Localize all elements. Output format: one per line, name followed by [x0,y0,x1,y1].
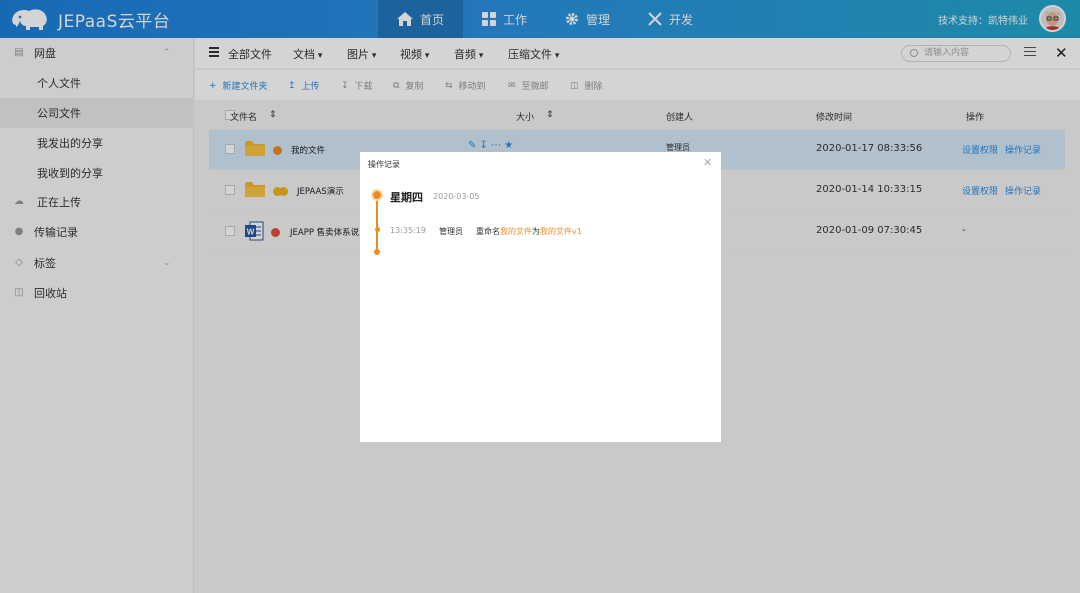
timeline-line [376,197,378,252]
timeline-date: 2020-03-05 [433,192,480,201]
timeline-day: 星期四 [390,191,423,204]
log-old-name: 我的文件 [500,227,532,236]
log-new-name: 我的文件v1 [540,227,582,236]
log-user: 管理员 [439,227,463,236]
close-icon[interactable]: ✕ [703,156,712,169]
operation-log-dialog: 操作记录 ✕ 星期四 2020-03-05 13:35:19 管理员 重命名我的… [360,152,721,442]
timeline-node [374,249,380,255]
log-description: 重命名我的文件为我的文件v1 [476,226,582,237]
log-connector: 为 [532,227,540,236]
modal-overlay[interactable]: 操作记录 ✕ 星期四 2020-03-05 13:35:19 管理员 重命名我的… [0,0,1080,593]
dialog-title: 操作记录 [368,160,400,169]
timeline-node [375,227,380,232]
log-time: 13:35:19 [390,226,426,235]
log-action: 重命名 [476,227,500,236]
timeline-node [371,189,383,201]
